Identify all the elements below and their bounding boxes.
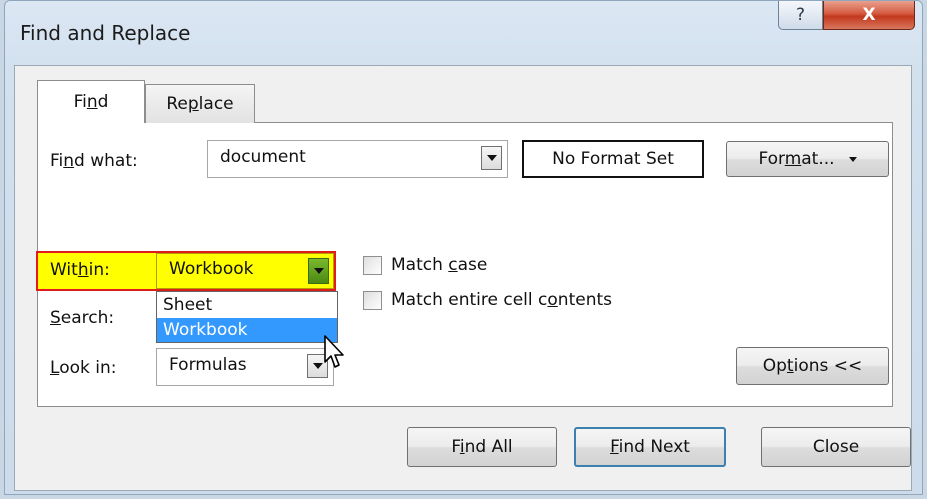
title-bar[interactable]: Find and Replace ? X [5, 1, 922, 67]
find-next-button[interactable]: Find Next [574, 427, 726, 467]
search-label: Search: [50, 308, 115, 328]
within-option-sheet[interactable]: Sheet [157, 293, 337, 317]
chevron-down-icon [313, 268, 324, 274]
tab-replace[interactable]: Re p lace [145, 84, 255, 123]
find-all-button[interactable]: Find All [407, 427, 557, 467]
look-in-label: Look in: [50, 358, 117, 378]
format-preview: No Format Set [522, 140, 704, 178]
find-what-combobox[interactable]: document [207, 140, 508, 178]
close-button[interactable]: Close [761, 427, 911, 467]
find-what-label: Find what: [50, 151, 138, 171]
find-what-dropdown-button[interactable] [481, 146, 502, 170]
match-entire-cell-label[interactable]: Match entire cell contents [391, 290, 612, 310]
within-dropdown-list: Sheet Workbook [156, 291, 338, 343]
format-button[interactable]: Format... [726, 141, 889, 177]
within-combobox[interactable]: Workbook [156, 253, 334, 289]
look-in-combobox[interactable]: Formulas [156, 348, 334, 386]
match-case-label[interactable]: Match case [391, 255, 487, 275]
chevron-down-icon [312, 363, 323, 369]
find-what-value: document [220, 147, 306, 167]
within-dropdown-button[interactable] [308, 258, 329, 284]
chevron-down-icon [486, 155, 497, 161]
window-close-button[interactable]: X [823, 1, 915, 30]
within-label: Within: [50, 260, 110, 280]
match-case-checkbox[interactable] [363, 256, 382, 275]
window-title: Find and Replace [20, 21, 191, 45]
help-button[interactable]: ? [778, 1, 823, 30]
options-button[interactable]: Options << [736, 347, 889, 385]
within-option-workbook[interactable]: Workbook [157, 318, 337, 342]
tab-find[interactable]: Fi n d [37, 80, 145, 123]
find-replace-dialog: Find and Replace ? X Fi n d Re p lace Find w… [4, 0, 923, 495]
chevron-down-icon [848, 156, 857, 162]
look-in-value: Formulas [169, 355, 247, 375]
close-icon: X [862, 5, 876, 25]
help-icon: ? [795, 5, 806, 25]
within-value: Workbook [169, 259, 254, 279]
mouse-cursor-icon [324, 335, 344, 368]
match-entire-cell-checkbox[interactable] [363, 291, 382, 310]
